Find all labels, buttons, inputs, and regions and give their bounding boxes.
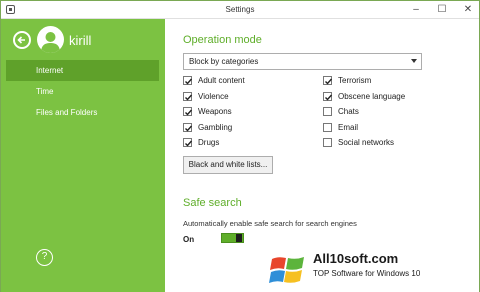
- minimize-button[interactable]: –: [403, 1, 429, 18]
- watermark-tagline: TOP Software for Windows 10: [313, 269, 421, 278]
- checkbox-label: Social networks: [338, 138, 395, 147]
- checkbox-label: Adult content: [198, 76, 245, 85]
- checkbox-box[interactable]: [323, 92, 333, 101]
- toggle-knob[interactable]: [236, 234, 242, 242]
- checkbox-box[interactable]: [183, 123, 193, 132]
- checkbox-box[interactable]: [183, 138, 193, 147]
- watermark: All10soft.com TOP Software for Windows 1…: [269, 247, 479, 291]
- checkbox-label: Drugs: [198, 138, 220, 147]
- back-arrow-icon: [17, 36, 25, 44]
- check-icon: [185, 78, 193, 85]
- title-bar: Settings – ☐ ✕: [1, 1, 479, 19]
- mode-select[interactable]: Block by categories: [183, 53, 422, 70]
- maximize-button[interactable]: ☐: [429, 1, 455, 18]
- checkbox-box[interactable]: [183, 92, 193, 101]
- check-icon: [185, 109, 193, 116]
- safe-search-description: Automatically enable safe search for sea…: [183, 219, 357, 228]
- safe-search-state-label: On: [183, 235, 195, 244]
- checkbox-box[interactable]: [323, 138, 332, 147]
- safe-search-title: Safe search: [183, 197, 242, 209]
- close-button[interactable]: ✕: [455, 1, 480, 18]
- watermark-site: All10soft.com: [313, 251, 399, 266]
- safe-search-toggle[interactable]: [221, 233, 244, 243]
- checkbox-box[interactable]: [183, 76, 193, 85]
- check-icon: [185, 140, 193, 147]
- check-icon: [325, 78, 333, 85]
- checkbox-box[interactable]: [323, 76, 333, 85]
- check-icon: [185, 125, 193, 132]
- checkbox-label: Chats: [338, 107, 359, 116]
- checkbox-label: Email: [338, 123, 359, 132]
- checkbox-box[interactable]: [323, 107, 332, 116]
- operation-mode-title: Operation mode: [183, 34, 262, 46]
- user-name: kirill: [69, 33, 92, 48]
- sidebar-item-files-and-folders[interactable]: Files and Folders: [6, 102, 159, 123]
- checkbox-box[interactable]: [323, 123, 332, 132]
- settings-window: Settings – ☐ ✕ kirill Internet Time File…: [0, 0, 480, 292]
- checkbox-label: Obscene language: [338, 92, 406, 101]
- checkbox-label: Gambling: [198, 123, 233, 132]
- checkbox-label: Weapons: [198, 107, 232, 116]
- mode-select-value: Block by categories: [189, 57, 259, 66]
- sidebar-item-time[interactable]: Time: [6, 81, 159, 102]
- check-icon: [325, 94, 333, 101]
- checkbox-label: Violence: [198, 92, 229, 101]
- avatar: [37, 26, 64, 53]
- back-button[interactable]: [13, 31, 31, 49]
- windows-logo-icon: [269, 257, 304, 283]
- checkbox-box[interactable]: [183, 107, 193, 116]
- help-button[interactable]: ?: [36, 249, 53, 266]
- check-icon: [185, 94, 193, 101]
- sidebar: kirill Internet Time Files and Folders ?: [1, 19, 165, 292]
- user-icon: [41, 32, 60, 53]
- chevron-down-icon: [411, 59, 417, 63]
- sidebar-item-internet[interactable]: Internet: [6, 60, 159, 81]
- checkbox-label: Terrorism: [338, 76, 372, 85]
- black-and-white-lists-button[interactable]: Black and white lists...: [183, 156, 273, 174]
